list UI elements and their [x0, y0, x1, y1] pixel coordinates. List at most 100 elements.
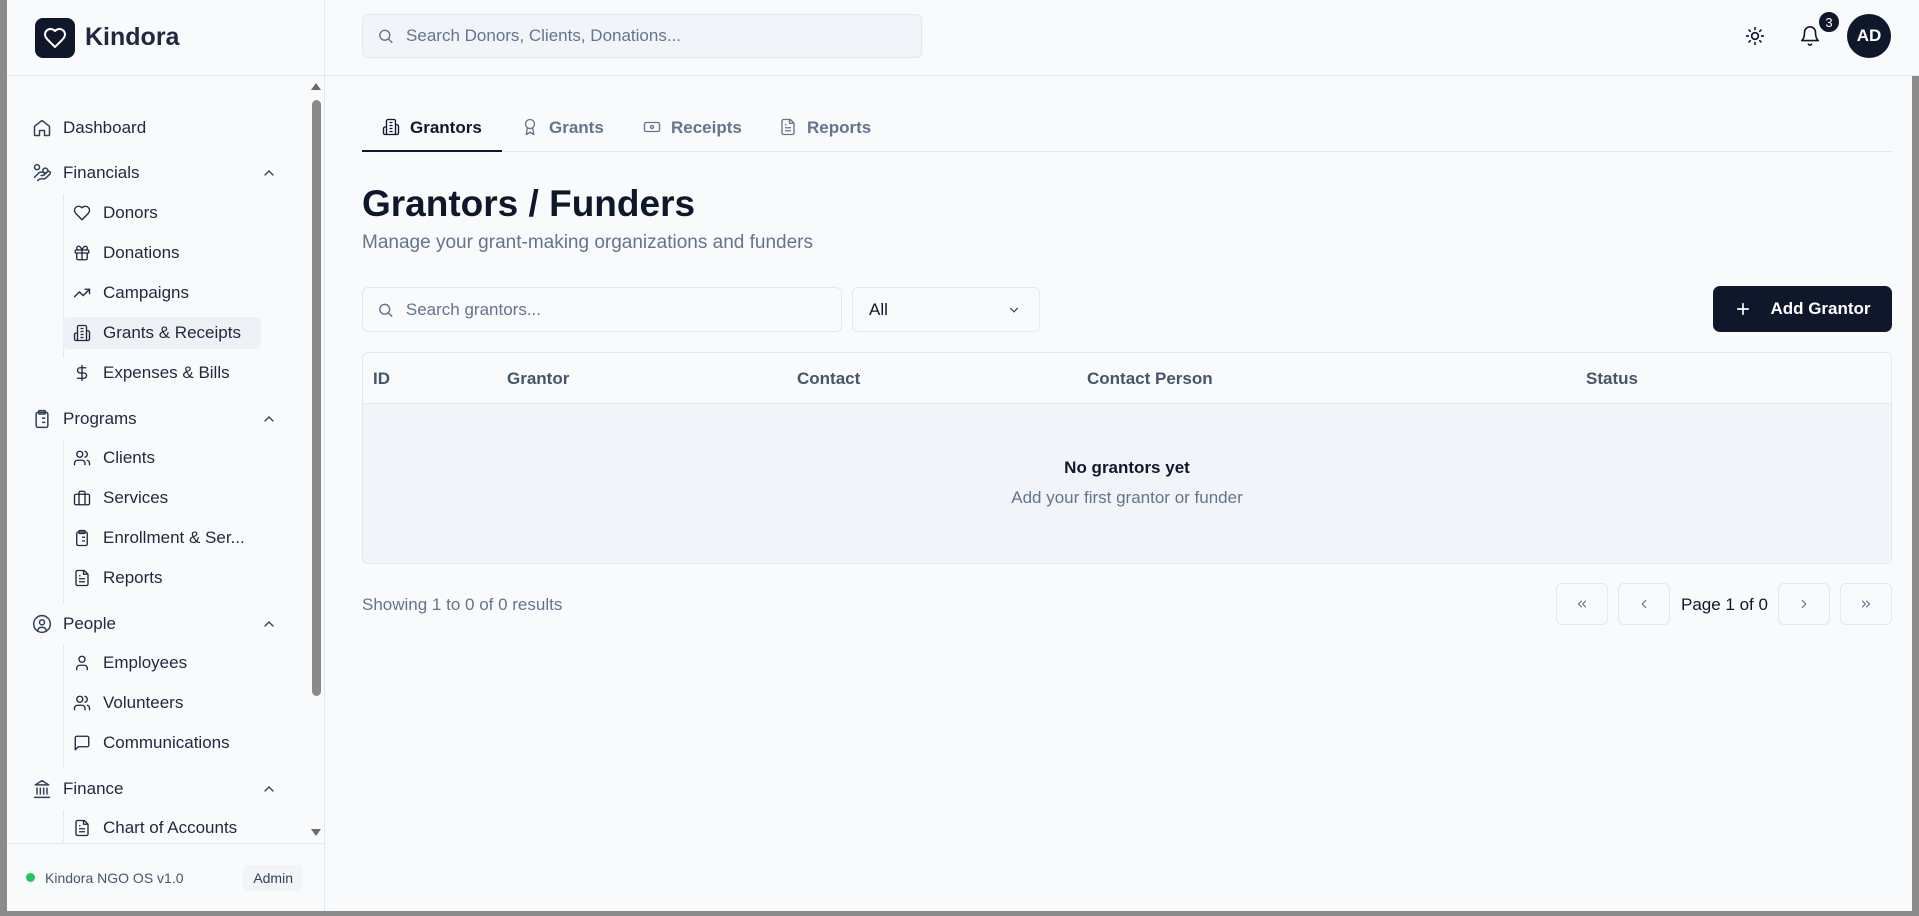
column-header-status[interactable]: Status — [1586, 369, 1638, 389]
sidebar-item-enrollment[interactable]: Enrollment & Ser... — [63, 522, 261, 554]
sidebar-item-label: Donors — [103, 203, 158, 222]
column-header-contact[interactable]: Contact — [797, 369, 860, 389]
sidebar-item-communications[interactable]: Communications — [63, 727, 261, 759]
sidebar-item-services[interactable]: Services — [63, 482, 261, 514]
section-tabs: Grantors Grants Receipts Reports — [362, 108, 1892, 152]
page-title: Grantors / Funders — [362, 183, 696, 224]
clipboard-list-icon — [76, 529, 88, 547]
users-icon — [73, 695, 91, 711]
user-avatar[interactable]: AD — [1847, 14, 1891, 58]
sidebar-item-grants-receipts[interactable]: Grants & Receipts — [63, 317, 261, 349]
column-header-grantor[interactable]: Grantor — [507, 369, 569, 389]
brand[interactable]: Kindora — [7, 0, 324, 76]
heart-logo-icon — [35, 17, 75, 58]
chevron-up-icon[interactable] — [261, 616, 277, 632]
page-subtitle: Manage your grant-making organizations a… — [362, 232, 813, 253]
users-icon — [73, 450, 91, 466]
column-header-contact-person[interactable]: Contact Person — [1087, 369, 1213, 389]
column-header-id[interactable]: ID — [373, 369, 390, 389]
sidebar-item-campaigns[interactable]: Campaigns — [63, 277, 261, 309]
global-search-input[interactable] — [406, 26, 921, 46]
sidebar-item-label: Clients — [103, 448, 155, 467]
building-icon — [73, 324, 91, 342]
sidebar-item-employees[interactable]: Employees — [63, 647, 261, 679]
tab-grants[interactable]: Grants — [521, 108, 604, 152]
sidebar-item-label: Volunteers — [103, 693, 184, 712]
grantor-search-input[interactable] — [405, 299, 841, 320]
sidebar-item-dashboard[interactable]: Dashboard — [32, 112, 146, 144]
sidebar-item-clients[interactable]: Clients — [63, 442, 261, 474]
chevrons-left-icon — [1577, 600, 1587, 608]
dollar-sign-icon — [76, 364, 88, 382]
chevron-down-icon — [1009, 307, 1019, 313]
sidebar-item-donations[interactable]: Donations — [63, 237, 261, 269]
hand-coins-icon — [33, 163, 52, 182]
sun-icon[interactable] — [1745, 26, 1765, 46]
home-icon — [33, 119, 51, 137]
first-page-button[interactable] — [1556, 583, 1608, 625]
tab-receipts[interactable]: Receipts — [643, 108, 742, 152]
sidebar-item-label: Services — [103, 488, 169, 507]
banknote-icon — [643, 121, 661, 133]
sidebar-item-label: Chart of Accounts — [103, 818, 238, 837]
sidebar-item-expenses-bills[interactable]: Expenses & Bills — [63, 357, 261, 389]
sidebar: Kindora Dashboard Financials Donors Dona… — [7, 0, 325, 911]
chevron-up-icon[interactable] — [261, 411, 277, 427]
gift-icon — [74, 245, 90, 261]
file-text-icon — [75, 569, 89, 587]
status-filter-select[interactable]: All — [852, 287, 1040, 332]
sidebar-item-label: Donations — [103, 243, 180, 262]
briefcase-icon — [73, 490, 91, 506]
add-grantor-button[interactable]: Add Grantor — [1713, 286, 1892, 332]
sidebar-scrollbar-thumb[interactable] — [312, 100, 321, 696]
sidebar-item-label: Enrollment & Ser... — [103, 528, 245, 547]
chevron-right-icon — [1801, 599, 1807, 609]
sidebar-group-people[interactable]: People — [32, 608, 116, 640]
sidebar-item-donors[interactable]: Donors — [63, 197, 261, 229]
brand-name: Kindora — [85, 23, 180, 51]
online-status-dot — [26, 873, 35, 882]
sidebar-item-label: Grants & Receipts — [103, 323, 241, 342]
chevron-left-icon — [1641, 599, 1647, 609]
file-text-icon — [781, 118, 795, 136]
tab-label: Receipts — [671, 118, 742, 137]
sidebar-item-label: Reports — [103, 568, 163, 587]
chevrons-right-icon — [1861, 600, 1871, 608]
building-icon — [382, 118, 400, 136]
plus-icon — [1737, 302, 1750, 316]
sidebar-item-volunteers[interactable]: Volunteers — [63, 687, 261, 719]
empty-state-title: No grantors yet — [1064, 458, 1190, 477]
previous-page-button[interactable] — [1618, 583, 1670, 625]
page-indicator: Page 1 of 0 — [1681, 595, 1768, 614]
last-page-button[interactable] — [1840, 583, 1892, 625]
app-window: Kindora Dashboard Financials Donors Dona… — [0, 0, 1919, 916]
grantor-search[interactable] — [362, 287, 842, 332]
sidebar-group-financials[interactable]: Financials — [32, 157, 140, 189]
sidebar-item-label: Dashboard — [63, 118, 147, 137]
tab-reports[interactable]: Reports — [779, 108, 871, 152]
role-badge: Admin — [243, 864, 303, 891]
chevron-up-icon[interactable] — [261, 165, 277, 181]
sidebar-item-label: People — [63, 614, 116, 633]
sidebar-group-finance[interactable]: Finance — [32, 773, 123, 805]
chevron-up-icon[interactable] — [261, 781, 277, 797]
file-text-icon — [75, 819, 89, 837]
sidebar-item-label: Programs — [63, 409, 137, 428]
sidebar-item-reports[interactable]: Reports — [63, 562, 261, 594]
sidebar-item-chart-of-accounts[interactable]: Chart of Accounts — [63, 812, 261, 842]
tab-grantors[interactable]: Grantors — [362, 108, 502, 152]
add-grantor-label: Add Grantor — [1770, 299, 1871, 318]
user-icon — [76, 655, 88, 671]
global-search[interactable] — [362, 14, 922, 58]
scroll-down-arrow-icon[interactable] — [311, 829, 321, 836]
bell-icon[interactable] — [1799, 25, 1821, 47]
tab-label: Reports — [807, 118, 872, 137]
search-icon — [379, 303, 393, 317]
sidebar-nav: Dashboard Financials Donors Donations Ca… — [7, 76, 307, 842]
tab-label: Grantors — [410, 118, 482, 137]
next-page-button[interactable] — [1778, 583, 1830, 625]
search-icon — [379, 29, 393, 44]
sidebar-item-label: Financials — [63, 163, 140, 182]
sidebar-group-programs[interactable]: Programs — [32, 403, 137, 435]
scroll-up-arrow-icon[interactable] — [311, 83, 321, 90]
